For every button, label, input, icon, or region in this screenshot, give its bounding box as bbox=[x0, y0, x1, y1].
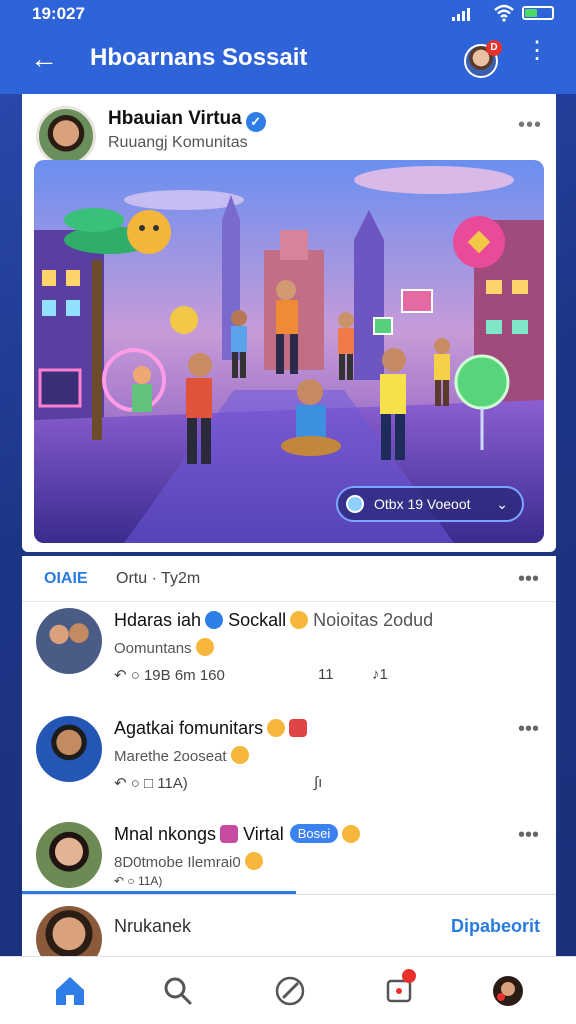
sticker-icon bbox=[220, 825, 239, 843]
post-stat: ∫ı bbox=[314, 774, 323, 791]
more-horizontal-icon[interactable]: ••• bbox=[518, 824, 539, 847]
post-stat: 11 bbox=[318, 666, 334, 683]
notification-badge-dot bbox=[402, 969, 416, 983]
app-header: 19:027 ← Hboarnans Sossait D ⋮ bbox=[0, 0, 576, 94]
notification-badge: D bbox=[486, 40, 502, 56]
post-author[interactable]: Mnal nkongs Virtal Bosei bbox=[114, 824, 361, 845]
cat-emoji-icon bbox=[267, 719, 286, 737]
signal-icon bbox=[452, 7, 470, 21]
post-subtitle: 8D0tmobe Ilemrai0 bbox=[114, 852, 263, 871]
divider bbox=[22, 894, 556, 895]
cat-emoji-icon bbox=[342, 825, 361, 843]
status-bar: 19:027 bbox=[0, 0, 576, 28]
post-author-extra: Virtal bbox=[243, 824, 284, 844]
post-meta: ↶ ○ 19B 6m 160 bbox=[114, 667, 225, 684]
bottom-navigation bbox=[0, 956, 576, 1024]
cat-emoji-icon bbox=[195, 638, 214, 656]
gift-emoji-icon bbox=[289, 719, 308, 737]
compose-icon[interactable] bbox=[270, 971, 310, 1011]
feed-header: OIAIE Ortu · Ty2m ••• bbox=[22, 556, 556, 602]
avatar[interactable] bbox=[36, 608, 102, 674]
list-item[interactable]: Agatkai fomunitars ••• Marethe 2ooseat ↶… bbox=[22, 716, 556, 812]
feed-tag[interactable]: OIAIE bbox=[44, 570, 88, 588]
hero-image[interactable]: Otbx 19 Voeoot ⌄ bbox=[34, 160, 544, 543]
post-author[interactable]: Agatkai fomunitars bbox=[114, 718, 308, 739]
compose-action-button[interactable]: Dipabeorit bbox=[451, 916, 540, 937]
home-icon[interactable] bbox=[50, 971, 90, 1011]
featured-post-card: Hbauian Virtua ✓ Ruuangj Komunitas ••• O… bbox=[22, 94, 556, 552]
list-item[interactable]: Mnal nkongs Virtal Bosei ••• 8D0tmobe Ile… bbox=[22, 822, 556, 892]
globe-icon bbox=[346, 495, 364, 513]
post-tag-pill[interactable]: Bosei bbox=[289, 824, 339, 843]
back-arrow-icon[interactable]: ← bbox=[30, 44, 60, 74]
header-avatar[interactable]: D bbox=[464, 40, 502, 78]
card-title[interactable]: Hbauian Virtua ✓ bbox=[108, 108, 266, 132]
notification-icon[interactable] bbox=[380, 969, 420, 1011]
post-author[interactable]: Hdaras iah Sockall Noioitas 2odud bbox=[114, 610, 433, 631]
feed-section: OIAIE Ortu · Ty2m ••• Hdaras iah Sockall… bbox=[22, 556, 556, 972]
post-author-extra: Sockall bbox=[228, 610, 287, 630]
chevron-down-icon: ⌄ bbox=[496, 496, 508, 512]
more-horizontal-icon[interactable]: ••• bbox=[518, 114, 542, 137]
post-stat: ♪1 bbox=[372, 666, 388, 683]
smile-emoji-icon bbox=[290, 611, 309, 629]
more-horizontal-icon[interactable]: ••• bbox=[518, 718, 539, 741]
cat-emoji-icon bbox=[230, 746, 249, 764]
avatar[interactable] bbox=[36, 716, 102, 782]
more-horizontal-icon[interactable]: ••• bbox=[518, 568, 539, 591]
profile-icon[interactable] bbox=[488, 971, 528, 1011]
search-icon[interactable] bbox=[158, 971, 198, 1011]
post-subtitle: Marethe 2ooseat bbox=[114, 746, 249, 765]
hero-action-pill[interactable]: Otbx 19 Voeoot ⌄ bbox=[336, 486, 524, 522]
messenger-icon bbox=[205, 611, 224, 629]
post-author-name: Agatkai fomunitars bbox=[114, 718, 264, 738]
page-title: Hboarnans Sossait bbox=[90, 44, 308, 71]
compose-row[interactable]: Nrukanek Dipabeorit bbox=[22, 896, 556, 972]
list-item[interactable]: Hdaras iah Sockall Noioitas 2odud Oomunt… bbox=[22, 608, 556, 704]
post-author-name: Mnal nkongs bbox=[114, 824, 217, 844]
avatar[interactable] bbox=[36, 822, 102, 888]
compose-placeholder[interactable]: Nrukanek bbox=[114, 916, 191, 937]
cat-emoji-icon bbox=[244, 852, 263, 870]
wifi-icon bbox=[494, 4, 514, 22]
post-meta: ↶ ○ □ 11A) bbox=[114, 775, 188, 792]
post-subtitle: Oomuntans bbox=[114, 638, 214, 657]
status-time: 19:027 bbox=[32, 4, 85, 23]
post-meta: ↶ ○ 11A) bbox=[114, 874, 163, 888]
more-vertical-icon[interactable]: ⋮ bbox=[525, 39, 549, 63]
post-author-muted: Noioitas 2odud bbox=[313, 610, 434, 630]
post-author-name: Hdaras iah bbox=[114, 610, 202, 630]
battery-icon bbox=[522, 6, 554, 20]
avatar[interactable] bbox=[36, 106, 96, 166]
card-title-text: Hbauian Virtua bbox=[108, 108, 242, 129]
verified-icon: ✓ bbox=[245, 112, 266, 132]
hero-pill-label: Otbx 19 Voeoot bbox=[374, 496, 471, 512]
card-subtitle: Ruuangj Komunitas bbox=[108, 134, 248, 151]
feed-sort[interactable]: Ortu · Ty2m bbox=[116, 570, 200, 588]
